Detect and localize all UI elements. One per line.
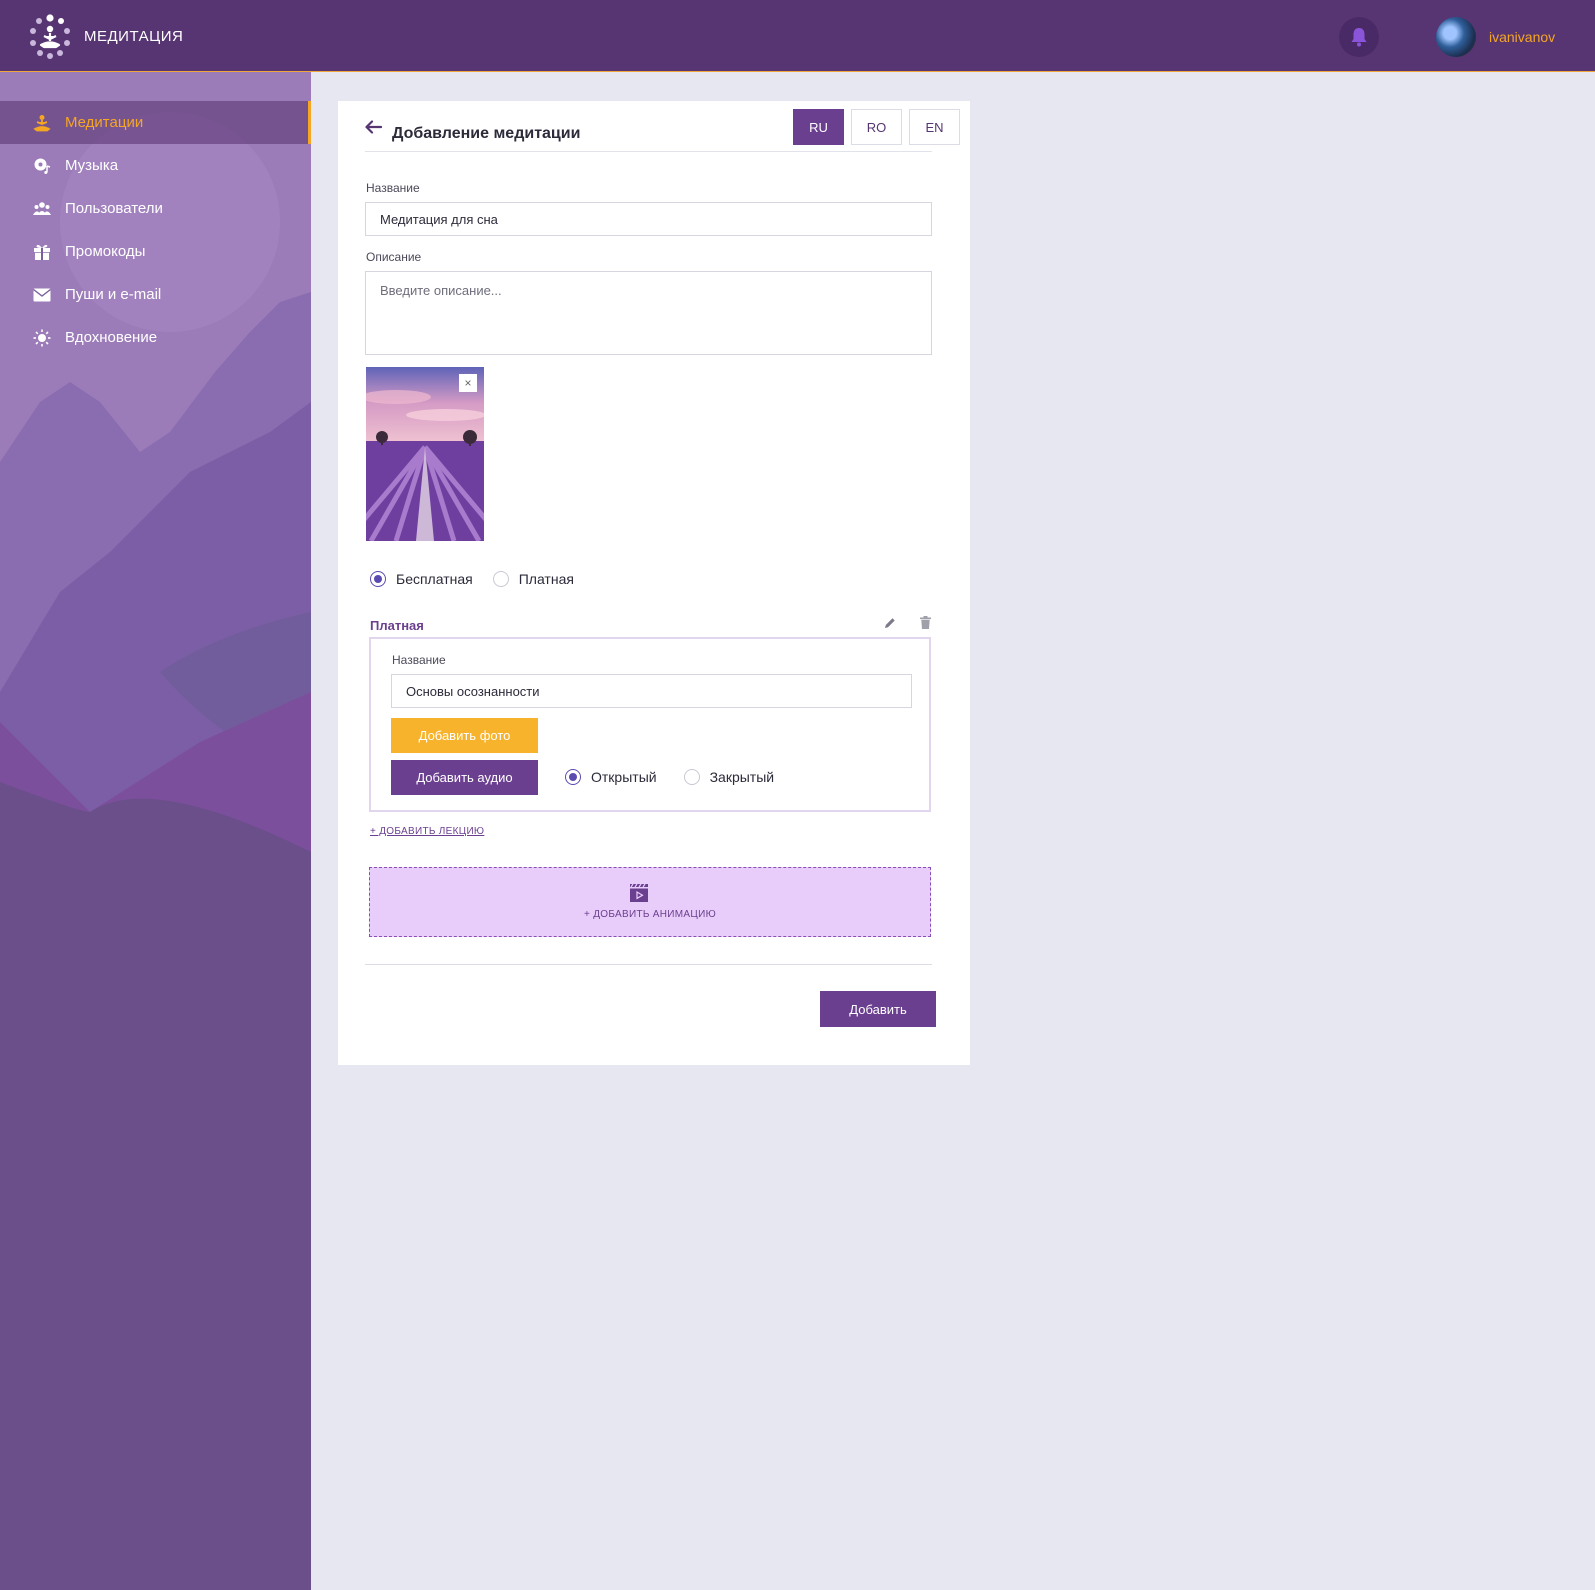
lecture-section-title: Платная <box>370 618 424 633</box>
radio-paid[interactable] <box>492 571 509 587</box>
back-arrow-icon[interactable] <box>365 120 382 134</box>
lavender-field-image <box>366 367 484 541</box>
name-label: Название <box>366 181 420 195</box>
sidebar-item-meditations[interactable]: Медитации <box>0 101 311 144</box>
logo-icon[interactable] <box>26 12 74 60</box>
radio-free[interactable] <box>370 571 386 587</box>
edit-icon[interactable] <box>884 617 896 629</box>
trash-icon[interactable] <box>920 616 931 629</box>
sidebar-nav: Медитации Музыка Пользователи Промокоды … <box>0 101 311 359</box>
video-clapper-icon <box>630 884 648 902</box>
add-meditation-card: Добавление медитации RU RO EN Название М… <box>338 101 970 1065</box>
gift-icon <box>32 242 52 262</box>
sidebar-item-label: Промокоды <box>65 243 146 260</box>
lang-tab-ro[interactable]: RO <box>851 109 902 145</box>
top-bar: МЕДИТАЦИЯ ivanivanov <box>0 0 1595 72</box>
bell-icon <box>1351 28 1367 47</box>
sun-icon <box>32 328 52 348</box>
username-link[interactable]: ivanivanov <box>1489 29 1555 45</box>
sidebar-item-label: Вдохновение <box>65 329 158 346</box>
sidebar-item-label: Пользователи <box>65 200 163 217</box>
radio-closed[interactable] <box>683 769 700 785</box>
mail-icon <box>32 285 52 305</box>
music-icon <box>32 156 52 176</box>
add-lecture-link[interactable]: + ДОБАВИТЬ ЛЕКЦИЮ <box>370 826 484 837</box>
name-input[interactable]: Медитация для сна <box>365 202 932 236</box>
submit-button[interactable]: Добавить <box>820 991 936 1027</box>
radio-closed-label: Закрытый <box>709 769 775 785</box>
sidebar-item-inspiration[interactable]: Вдохновение <box>0 316 311 359</box>
card-header: Добавление медитации RU RO EN <box>365 109 960 152</box>
sidebar-item-promocodes[interactable]: Промокоды <box>0 230 311 273</box>
add-animation-label: + ДОБАВИТЬ АНИМАЦИЮ <box>584 909 716 920</box>
notifications-button[interactable] <box>1339 17 1379 57</box>
pricing-radio-group: Бесплатная Платная <box>370 571 594 587</box>
lang-tab-ru[interactable]: RU <box>793 109 844 145</box>
access-radio-group: Открытый Закрытый <box>565 769 794 785</box>
radio-free-label: Бесплатная <box>396 571 473 587</box>
meditation-icon <box>32 113 52 133</box>
radio-open[interactable] <box>565 769 581 785</box>
add-photo-button[interactable]: Добавить фото <box>391 718 538 753</box>
description-textarea[interactable]: Введите описание... <box>365 271 932 355</box>
avatar[interactable] <box>1436 17 1476 57</box>
radio-open-label: Открытый <box>591 769 657 785</box>
lecture-box: Название Основы осознанности Добавить фо… <box>369 637 931 812</box>
divider <box>365 964 932 965</box>
radio-paid-label: Платная <box>518 571 574 587</box>
add-audio-button[interactable]: Добавить аудио <box>391 760 538 795</box>
sidebar-item-push-email[interactable]: Пуши и e-mail <box>0 273 311 316</box>
lecture-name-input[interactable]: Основы осознанности <box>391 674 912 708</box>
sidebar-item-music[interactable]: Музыка <box>0 144 311 187</box>
meditation-image-preview: × <box>366 367 484 541</box>
app-title: МЕДИТАЦИЯ <box>84 28 184 45</box>
sidebar-item-label: Пуши и e-mail <box>65 286 162 303</box>
add-animation-dropzone[interactable]: + ДОБАВИТЬ АНИМАЦИЮ <box>369 867 931 937</box>
lang-tab-en[interactable]: EN <box>909 109 960 145</box>
users-icon <box>32 199 52 219</box>
page-title: Добавление медитации <box>392 125 581 142</box>
remove-image-button[interactable]: × <box>459 374 477 392</box>
description-label: Описание <box>366 250 422 264</box>
lecture-name-label: Название <box>392 653 446 667</box>
sidebar-item-label: Музыка <box>65 157 119 174</box>
sidebar-item-label: Медитации <box>65 114 144 131</box>
sidebar-item-users[interactable]: Пользователи <box>0 187 311 230</box>
sidebar: Медитации Музыка Пользователи Промокоды … <box>0 72 311 1590</box>
